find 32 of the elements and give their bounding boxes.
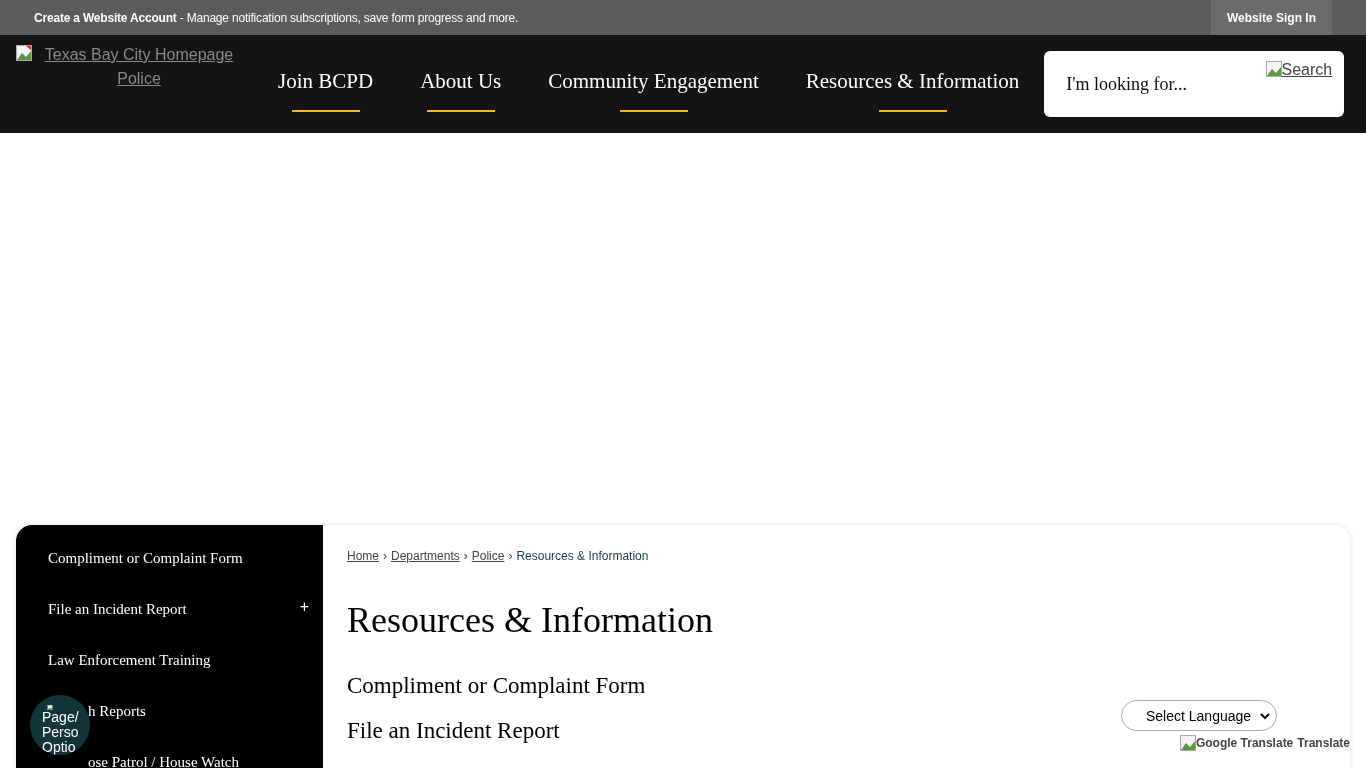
chevron-down-icon: [1260, 711, 1270, 720]
breadcrumb-separator: ›: [463, 549, 468, 563]
page-title: Resources & Information: [347, 599, 714, 641]
logo-link[interactable]: Texas Bay City Homepage Police: [16, 43, 246, 91]
sidebar-link[interactable]: File an Incident Report: [48, 601, 187, 618]
breadcrumb-link[interactable]: Home: [347, 549, 379, 563]
create-account-link[interactable]: Create a Website Account - Manage notification subscriptions, save form progress and more.: [34, 10, 519, 25]
breadcrumb-separator: ›: [508, 549, 513, 563]
nav-link[interactable]: About Us: [420, 69, 502, 112]
sign-in-button[interactable]: Website Sign In: [1210, 0, 1332, 35]
broken-image-icon: [1265, 61, 1282, 77]
expand-button[interactable]: +: [299, 597, 309, 616]
sidebar-link[interactable]: Compliment or Complaint Form: [48, 550, 243, 567]
broken-image-icon: [16, 45, 32, 61]
content-link[interactable]: Compliment or Complaint Form: [347, 673, 646, 698]
sidebar-link[interactable]: ose Patrol / House Watch: [88, 754, 239, 768]
content-link[interactable]: File an Incident Report: [347, 718, 560, 743]
language-select[interactable]: Select Language: [1121, 700, 1277, 731]
nav-link[interactable]: Join BCPD: [278, 69, 374, 112]
breadcrumb-link[interactable]: Police: [471, 549, 505, 563]
nav-link[interactable]: Resources & Information: [805, 69, 1020, 112]
search-button[interactable]: Search: [1265, 61, 1333, 79]
translate-label: Translate: [1297, 736, 1350, 750]
breadcrumb-current: Resources & Information: [516, 549, 649, 563]
sidebar-link[interactable]: Law Enforcement Training: [48, 652, 211, 669]
sidebar-link[interactable]: h Reports: [88, 703, 146, 720]
breadcrumb-separator: ›: [383, 549, 387, 563]
nav-link[interactable]: Community Engagement: [548, 69, 759, 112]
search-field[interactable]: I'm looking for... Search: [1044, 51, 1345, 117]
broken-image-icon: [1179, 735, 1196, 751]
google-translate-alt-text: Google Translate: [1195, 736, 1294, 750]
breadcrumb-link[interactable]: Departments: [391, 549, 460, 563]
